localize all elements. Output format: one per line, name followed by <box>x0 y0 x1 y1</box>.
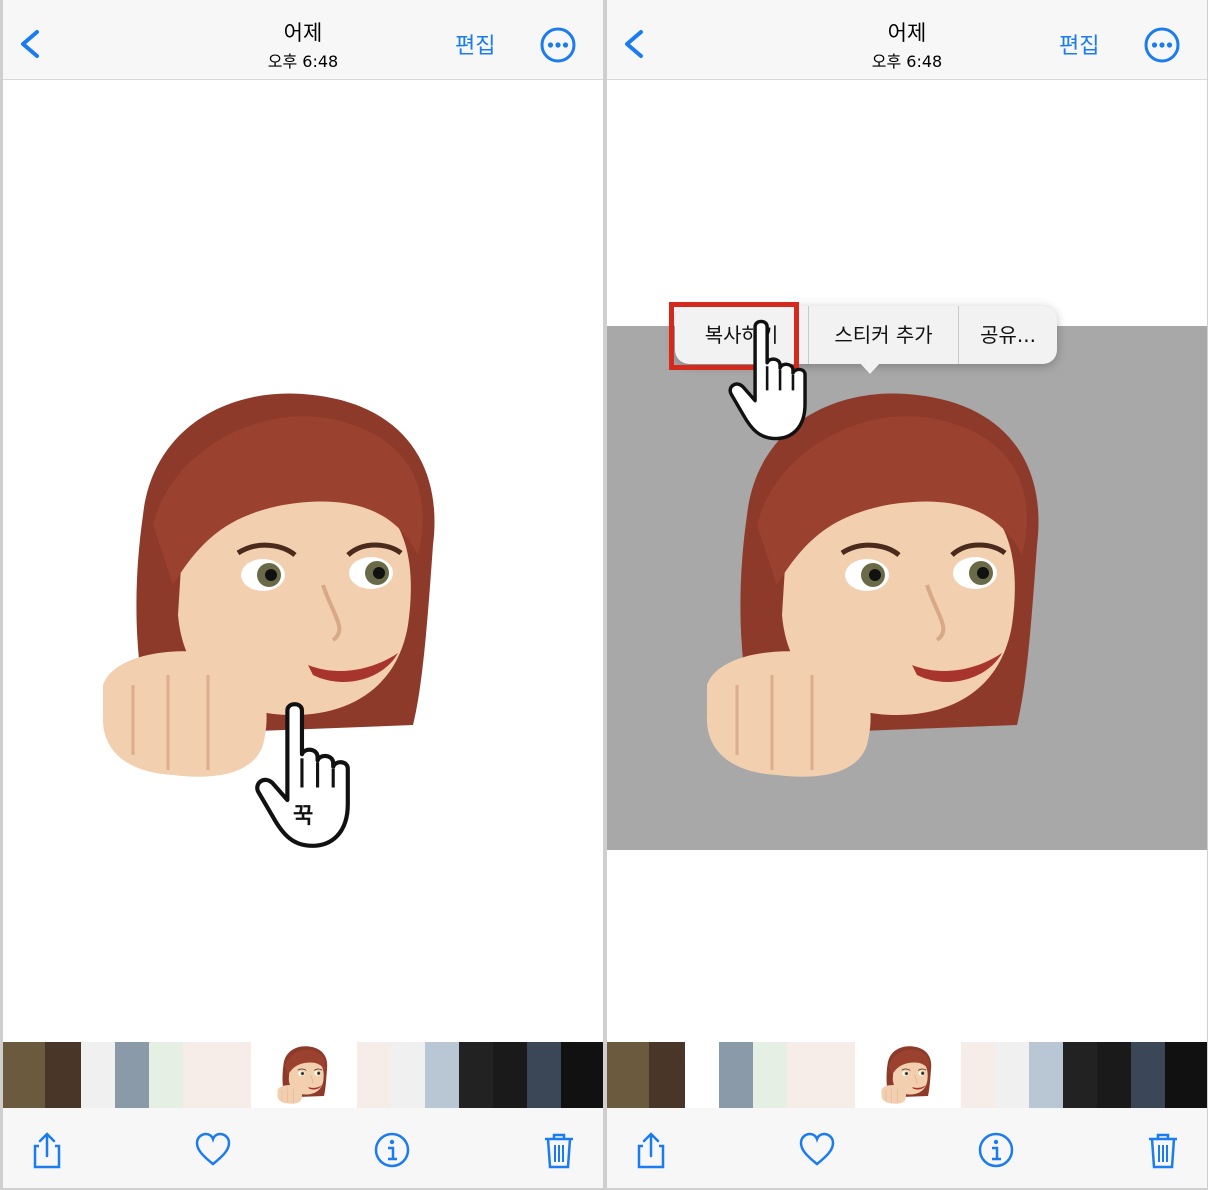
info-icon[interactable] <box>372 1130 412 1170</box>
nav-subtitle: 오후 6:48 <box>267 52 339 71</box>
trash-icon[interactable] <box>539 1130 579 1170</box>
memoji-thumbnail-image <box>881 1045 932 1105</box>
thumbnail[interactable] <box>961 1042 995 1108</box>
tap-label: 꾹 <box>293 804 314 829</box>
thumbnail[interactable] <box>115 1042 149 1108</box>
thumbnail[interactable] <box>493 1042 527 1108</box>
thumbnail[interactable] <box>3 1042 45 1108</box>
thumbnail[interactable] <box>425 1042 459 1108</box>
thumbnail[interactable] <box>561 1042 603 1108</box>
bottom-toolbar <box>607 1108 1207 1188</box>
trash-icon[interactable] <box>1143 1130 1183 1170</box>
thumbnail[interactable] <box>1131 1042 1165 1108</box>
nav-bar: 어제 오후 6:48 편집 <box>3 0 603 80</box>
nav-subtitle: 오후 6:48 <box>871 52 943 71</box>
photo-stage[interactable] <box>607 80 1207 1042</box>
thumbnail[interactable] <box>45 1042 81 1108</box>
nav-title: 어제 <box>887 21 927 45</box>
thumbnail[interactable] <box>357 1042 391 1108</box>
bottom-toolbar <box>3 1108 603 1188</box>
thumbnail[interactable] <box>1165 1042 1207 1108</box>
share-icon[interactable] <box>631 1130 671 1170</box>
thumbnail[interactable] <box>183 1042 251 1108</box>
thumbnail[interactable] <box>149 1042 183 1108</box>
info-icon[interactable] <box>976 1130 1016 1170</box>
ellipsis-circle-icon[interactable] <box>540 27 576 63</box>
thumbnail[interactable] <box>1029 1042 1063 1108</box>
thumbnail[interactable] <box>649 1042 685 1108</box>
thumbnail[interactable] <box>527 1042 561 1108</box>
thumbnail[interactable] <box>1097 1042 1131 1108</box>
ellipsis-circle-icon[interactable] <box>1144 27 1180 63</box>
heart-icon[interactable] <box>193 1130 233 1170</box>
hand-pointer-icon <box>728 319 807 441</box>
heart-icon[interactable] <box>797 1130 837 1170</box>
thumbnail-selected[interactable] <box>869 1042 945 1108</box>
photo-stage[interactable]: 꾹 <box>3 80 603 1042</box>
edit-button[interactable]: 편집 <box>1059 28 1099 60</box>
memoji-sticker-image[interactable] <box>702 385 1052 785</box>
edit-button[interactable]: 편집 <box>455 28 495 60</box>
thumbnail[interactable] <box>459 1042 493 1108</box>
nav-title: 어제 <box>283 21 323 45</box>
photo-viewer-right: 어제 오후 6:48 편집 복사하기 스티커 추가 공유... <box>607 0 1207 1188</box>
thumbnail[interactable] <box>753 1042 787 1108</box>
thumbnail[interactable] <box>719 1042 753 1108</box>
menu-pointer-arrow <box>859 362 881 374</box>
photo-viewer-left: 어제 오후 6:48 편집 꾹 <box>3 0 603 1188</box>
nav-bar: 어제 오후 6:48 편집 <box>607 0 1207 80</box>
thumbnail-strip[interactable] <box>607 1042 1207 1108</box>
thumbnail[interactable] <box>607 1042 649 1108</box>
thumbnail[interactable] <box>787 1042 855 1108</box>
add-sticker-menu-item[interactable]: 스티커 추가 <box>809 306 958 364</box>
thumbnail-strip[interactable] <box>3 1042 603 1108</box>
share-icon[interactable] <box>27 1130 67 1170</box>
thumbnail[interactable] <box>995 1042 1029 1108</box>
thumbnail[interactable] <box>81 1042 115 1108</box>
thumbnail[interactable] <box>391 1042 425 1108</box>
memoji-thumbnail-image <box>277 1045 328 1105</box>
thumbnail-selected[interactable] <box>265 1042 341 1108</box>
share-menu-item[interactable]: 공유... <box>959 306 1057 364</box>
thumbnail[interactable] <box>1063 1042 1097 1108</box>
